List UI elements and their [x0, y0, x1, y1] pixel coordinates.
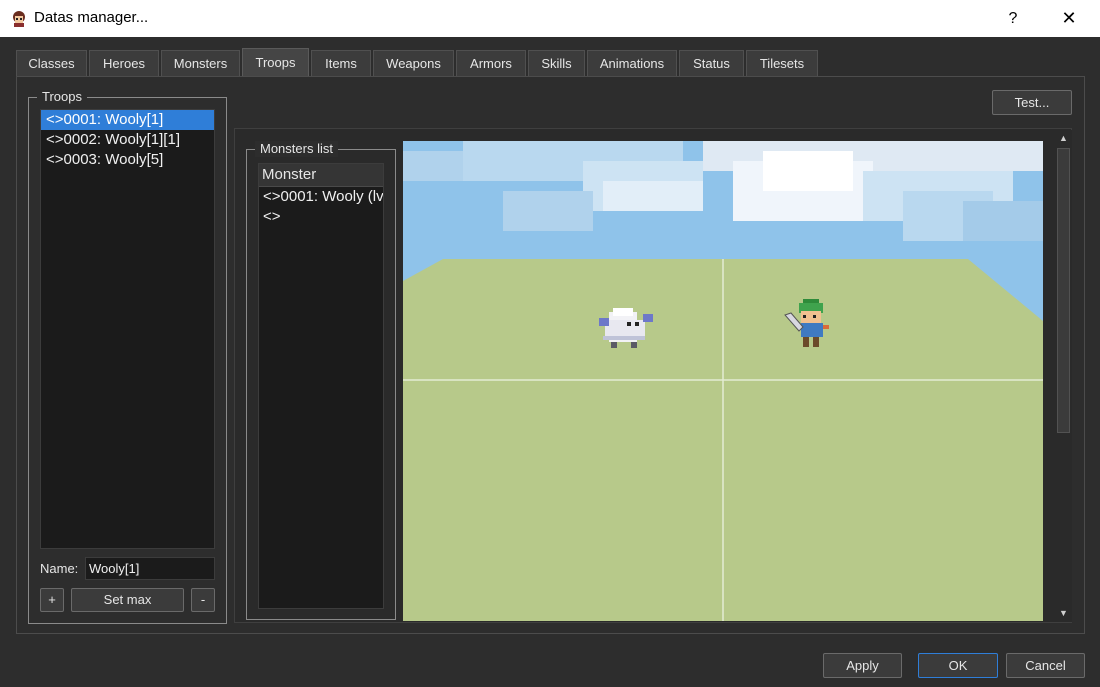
remove-troop-button[interactable]: - [191, 588, 215, 612]
title-bar: Datas manager... ? ✕ [0, 0, 1100, 37]
monsters-table[interactable]: Monster <>0001: Wooly (lv <> [258, 163, 384, 609]
troops-group-title: Troops [37, 89, 87, 105]
list-item[interactable]: <> [259, 207, 383, 227]
tab-items[interactable]: Items [311, 50, 371, 76]
name-field[interactable] [85, 557, 215, 580]
tab-armors[interactable]: Armors [456, 50, 526, 76]
add-troop-button[interactable]: + [40, 588, 64, 612]
name-label: Name: [40, 561, 79, 576]
scroll-up-icon[interactable]: ▲ [1055, 130, 1072, 147]
set-max-button[interactable]: Set max [71, 588, 184, 612]
ok-button[interactable]: OK [918, 653, 998, 678]
tab-status[interactable]: Status [679, 50, 744, 76]
battle-preview-canvas[interactable] [403, 141, 1043, 621]
list-item[interactable]: <>0001: Wooly[1] [41, 110, 214, 130]
close-button[interactable]: ✕ [1046, 0, 1092, 37]
list-item[interactable]: <>0003: Wooly[5] [41, 150, 214, 170]
window-title: Datas manager... [34, 9, 149, 26]
app-icon [13, 11, 25, 27]
help-button[interactable]: ? [990, 0, 1036, 37]
scroll-thumb[interactable] [1057, 148, 1070, 433]
list-item[interactable]: <>0002: Wooly[1][1] [41, 130, 214, 150]
list-item[interactable]: <>0001: Wooly (lv [259, 187, 383, 207]
troops-list[interactable]: <>0001: Wooly[1] <>0002: Wooly[1][1] <>0… [40, 109, 215, 549]
tab-monsters[interactable]: Monsters [161, 50, 240, 76]
tab-heroes[interactable]: Heroes [89, 50, 159, 76]
cancel-button[interactable]: Cancel [1006, 653, 1085, 678]
tab-weapons[interactable]: Weapons [373, 50, 454, 76]
tab-troops[interactable]: Troops [242, 48, 309, 78]
apply-button[interactable]: Apply [823, 653, 902, 678]
test-button[interactable]: Test... [992, 90, 1072, 115]
tab-animations[interactable]: Animations [587, 50, 677, 76]
tab-skills[interactable]: Skills [528, 50, 585, 76]
tab-classes[interactable]: Classes [16, 50, 87, 76]
scene-vertical-scrollbar[interactable]: ▲ ▼ [1055, 130, 1072, 622]
tab-tilesets[interactable]: Tilesets [746, 50, 818, 76]
battle-scene [403, 141, 1043, 621]
monsters-list-title: Monsters list [255, 141, 338, 157]
scroll-down-icon[interactable]: ▼ [1055, 605, 1072, 622]
monster-column-header[interactable]: Monster [259, 164, 383, 187]
